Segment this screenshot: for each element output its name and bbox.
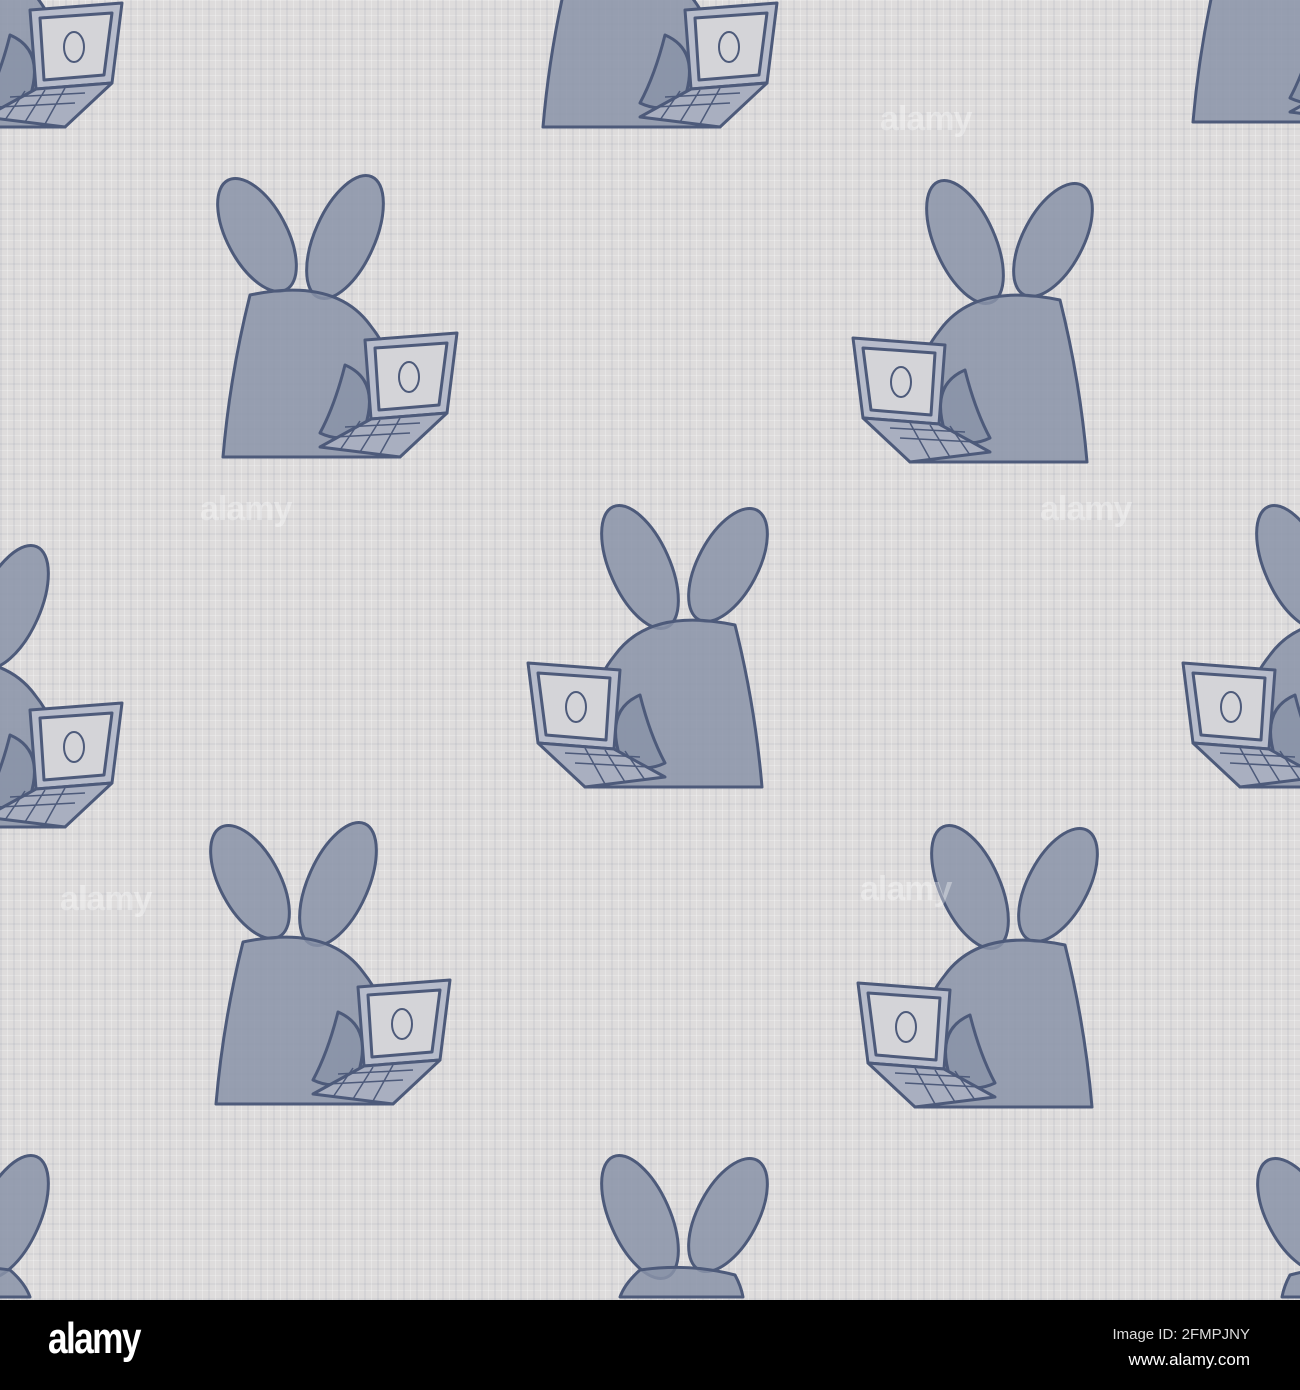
bunny-motifs: [0, 0, 1300, 1299]
watermark-text: alamy: [860, 870, 952, 908]
bunny-motif-partial: [1239, 1145, 1300, 1299]
watermark-text: alamy: [1040, 490, 1132, 528]
bunny-motif: [519, 0, 779, 129]
watermark-text: alamy: [60, 880, 152, 918]
bunny-motif: [0, 0, 124, 129]
watermark-text: alamy: [880, 100, 972, 138]
bunny-pattern-image: alamy alamy alamy alamy alamy: [0, 0, 1300, 1300]
bunny-motif-mirrored-partial: [584, 1145, 786, 1299]
bunny-pattern-svg: [0, 0, 1300, 1299]
watermark-banner: alamy Image ID: 2FMPJNY www.alamy.com: [0, 1300, 1300, 1390]
bunny-motif-mirrored: [1181, 495, 1300, 789]
bunny-motif: [0, 535, 124, 829]
watermark-text: alamy: [200, 490, 292, 528]
bunny-motif: [199, 165, 459, 459]
bunny-motif-mirrored: [526, 495, 786, 789]
bunny-motif-mirrored: [851, 170, 1111, 464]
site-url: www.alamy.com: [1128, 1350, 1250, 1369]
bunny-motif-partial: [0, 1145, 66, 1299]
bunny-motif-mirrored: [856, 815, 1116, 1109]
bunny-motif: [1169, 0, 1300, 124]
image-id: Image ID: 2FMPJNY: [1112, 1326, 1250, 1343]
alamy-logo: alamy: [48, 1314, 141, 1363]
bunny-motif: [192, 812, 452, 1106]
